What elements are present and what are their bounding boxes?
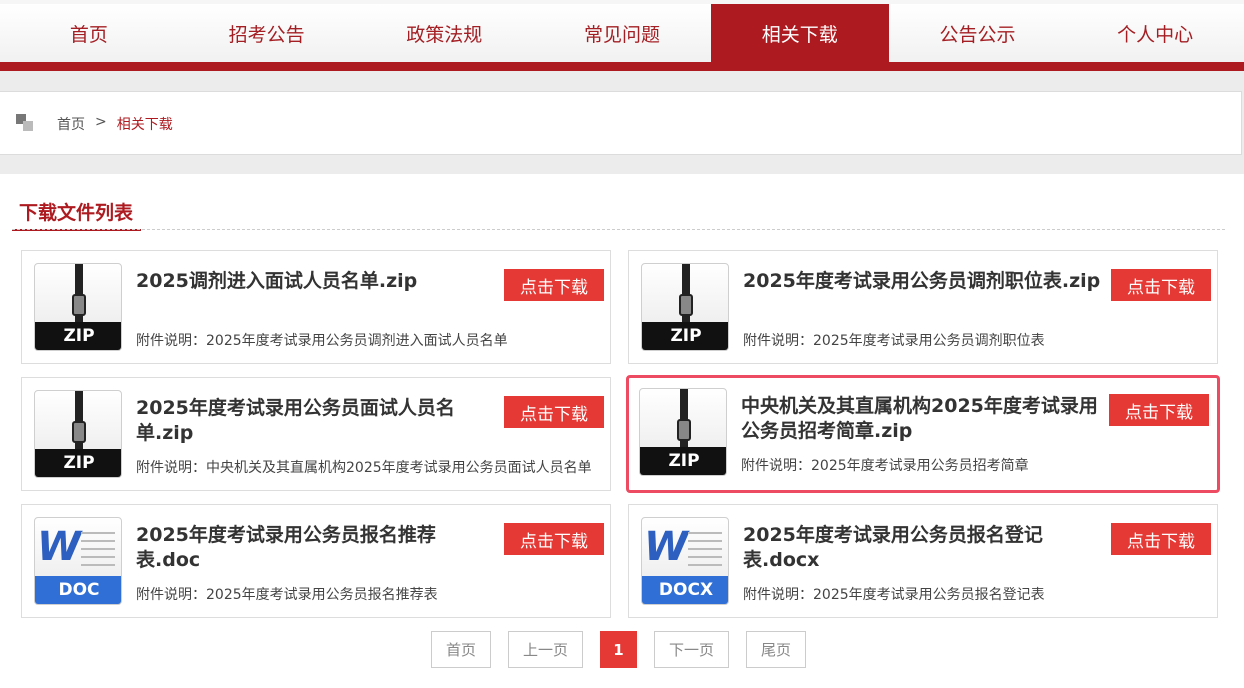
file-title[interactable]: 2025年度考试录用公务员面试人员名单.zip: [136, 396, 496, 446]
nav-item-faq[interactable]: 常见问题: [533, 4, 711, 62]
breadcrumb-separator: >: [95, 114, 107, 130]
file-title[interactable]: 中央机关及其直属机构2025年度考试录用公务员招考简章.zip: [741, 394, 1101, 444]
file-title[interactable]: 2025年度考试录用公务员报名推荐表.doc: [136, 523, 496, 573]
section-title: 下载文件列表: [12, 198, 142, 231]
nav-item-personal-center[interactable]: 个人中心: [1066, 4, 1244, 62]
pager-last-button[interactable]: 尾页: [746, 631, 806, 668]
file-description: 附件说明：2025年度考试录用公务员报名登记表: [743, 587, 1045, 603]
file-card: W DOC 2025年度考试录用公务员报名推荐表.doc 附件说明：2025年度…: [21, 504, 611, 618]
nav-item-downloads[interactable]: 相关下载: [710, 4, 889, 62]
download-button[interactable]: 点击下载: [504, 269, 604, 301]
main-nav: 首页 招考公告 政策法规 常见问题 相关下载 公告公示 个人中心: [0, 4, 1244, 62]
breadcrumb-current: 相关下载: [116, 117, 173, 133]
download-button[interactable]: 点击下载: [504, 523, 604, 555]
location-icon: [16, 114, 36, 132]
download-button[interactable]: 点击下载: [1111, 269, 1211, 301]
zip-file-icon: ZIP: [641, 263, 731, 353]
nav-item-policies[interactable]: 政策法规: [355, 4, 533, 62]
file-description: 附件说明：2025年度考试录用公务员报名推荐表: [136, 587, 438, 603]
nav-item-announcements[interactable]: 公告公示: [889, 4, 1067, 62]
zip-file-icon: ZIP: [34, 263, 124, 353]
zip-file-icon: ZIP: [34, 390, 124, 480]
file-title[interactable]: 2025调剂进入面试人员名单.zip: [136, 269, 496, 294]
file-title[interactable]: 2025年度考试录用公务员报名登记表.docx: [743, 523, 1103, 573]
breadcrumb: 首页 > 相关下载: [0, 91, 1242, 155]
pager-first-button[interactable]: 首页: [431, 631, 491, 668]
pagination: 首页 上一页 1 下一页 尾页: [0, 631, 1244, 669]
file-description: 附件说明：中央机关及其直属机构2025年度考试录用公务员面试人员名单: [136, 460, 592, 476]
file-card: W DOCX 2025年度考试录用公务员报名登记表.docx 附件说明：2025…: [628, 504, 1218, 618]
nav-underline-bar: [0, 62, 1244, 71]
nav-item-recruitment-notices[interactable]: 招考公告: [178, 4, 356, 62]
doc-file-icon: W DOC: [34, 517, 124, 607]
pager-prev-button[interactable]: 上一页: [508, 631, 583, 668]
file-description: 附件说明：2025年度考试录用公务员调剂职位表: [743, 333, 1045, 349]
download-button[interactable]: 点击下载: [504, 396, 604, 428]
file-description: 附件说明：2025年度考试录用公务员招考简章: [741, 458, 1029, 474]
file-card: ZIP 2025年度考试录用公务员调剂职位表.zip 附件说明：2025年度考试…: [628, 250, 1218, 364]
pager-current-page[interactable]: 1: [600, 631, 637, 668]
pager-next-button[interactable]: 下一页: [654, 631, 729, 668]
docx-file-icon: W DOCX: [641, 517, 731, 607]
file-card: ZIP 2025年度考试录用公务员面试人员名单.zip 附件说明：中央机关及其直…: [21, 377, 611, 491]
nav-item-home[interactable]: 首页: [0, 4, 178, 62]
file-description: 附件说明：2025年度考试录用公务员调剂进入面试人员名单: [136, 333, 508, 349]
download-button[interactable]: 点击下载: [1109, 394, 1209, 426]
file-card-highlighted: ZIP 中央机关及其直属机构2025年度考试录用公务员招考简章.zip 附件说明…: [626, 375, 1220, 493]
file-card: ZIP 2025调剂进入面试人员名单.zip 附件说明：2025年度考试录用公务…: [21, 250, 611, 364]
file-title[interactable]: 2025年度考试录用公务员调剂职位表.zip: [743, 269, 1103, 294]
zip-file-icon: ZIP: [639, 388, 729, 478]
breadcrumb-home-link[interactable]: 首页: [57, 114, 85, 134]
breadcrumb-band: 首页 > 相关下载: [0, 71, 1244, 174]
section-divider: [12, 229, 1225, 230]
download-button[interactable]: 点击下载: [1111, 523, 1211, 555]
